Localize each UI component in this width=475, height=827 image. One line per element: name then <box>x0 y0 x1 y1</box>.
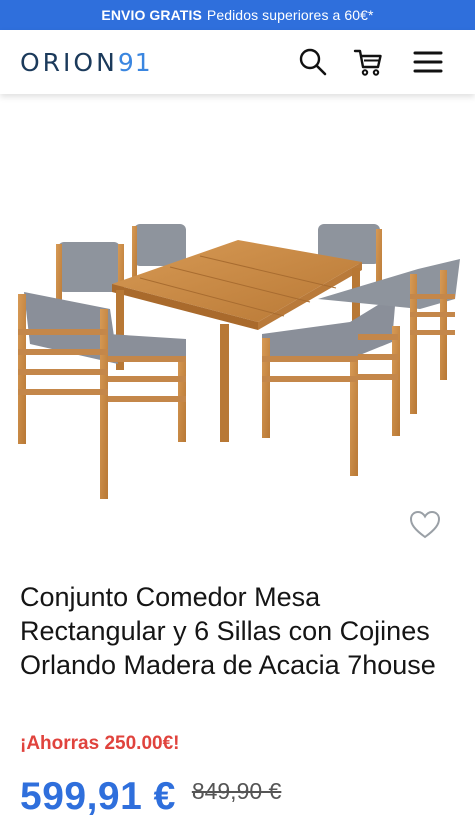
cart-button[interactable] <box>350 44 386 80</box>
front-chair-left <box>18 292 186 499</box>
product-image[interactable] <box>0 94 475 580</box>
promo-text: Pedidos superiores a 60€* <box>206 7 374 23</box>
menu-button[interactable] <box>410 44 446 80</box>
current-price: 599,91 € <box>20 775 176 818</box>
search-icon <box>299 48 327 76</box>
price-row: 599,91 € 849,90 € <box>20 775 281 819</box>
product-title: Conjunto Comedor Mesa Rectangular y 6 Si… <box>20 582 436 680</box>
logo-number: 91 <box>117 47 152 77</box>
hamburger-menu-icon <box>413 51 443 73</box>
logo-text: ORION <box>20 47 118 77</box>
promo-strong-text: ENVIO GRATIS <box>101 7 202 23</box>
favorite-button[interactable] <box>408 508 442 542</box>
product-photo-illustration <box>18 224 460 499</box>
front-chair-right <box>262 294 400 476</box>
cart-icon <box>353 49 382 76</box>
heart-outline-icon <box>409 510 441 539</box>
old-price: 849,90 € <box>191 778 282 804</box>
search-button[interactable] <box>295 44 331 80</box>
promo-bar: ENVIO GRATIS Pedidos superiores a 60€* <box>0 0 475 30</box>
site-header: ORION 91 <box>0 30 475 94</box>
savings-badge: ¡Ahorras 250.00€! <box>20 733 180 754</box>
logo[interactable]: ORION 91 <box>20 47 152 77</box>
